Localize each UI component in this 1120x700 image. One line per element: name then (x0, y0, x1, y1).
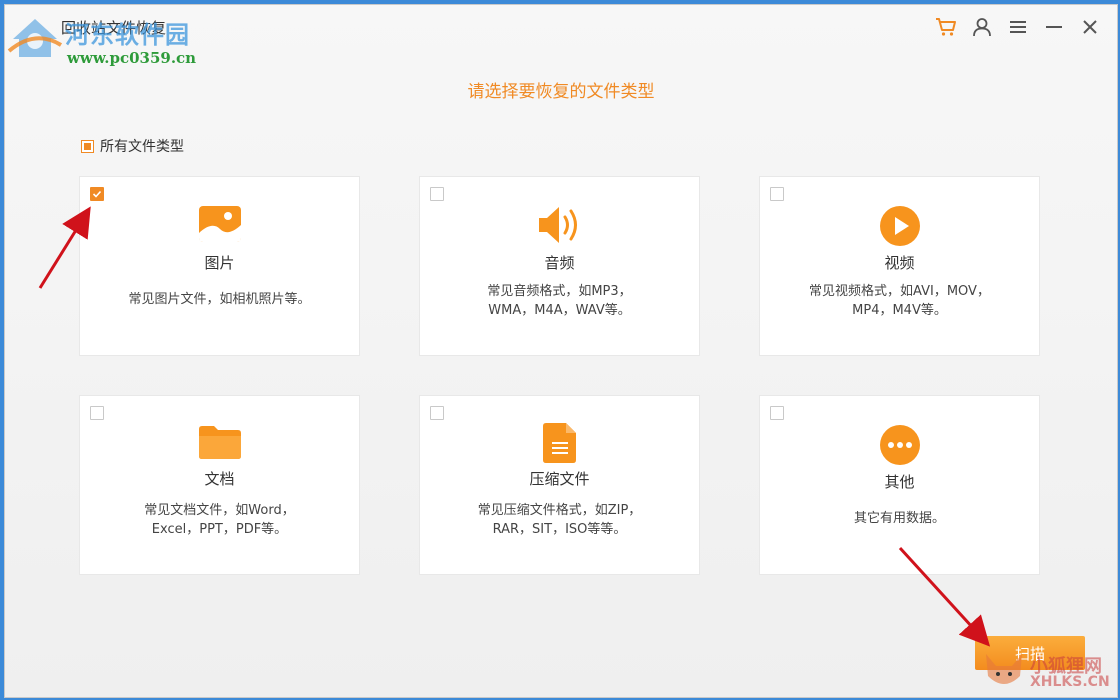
title-bar: 回收站文件恢复 河东软件园 www.pc0359.cn (5, 5, 1117, 67)
cart-button[interactable] (931, 13, 961, 41)
minimize-icon (1046, 26, 1062, 28)
others-checkbox[interactable] (770, 406, 784, 420)
account-button[interactable] (967, 13, 997, 41)
more-icon-wrap (760, 424, 1039, 466)
app-window: 回收站文件恢复 河东软件园 www.pc0359.cn 请选择要恢复的文件类型 … (4, 4, 1118, 698)
audio-desc-line1: 常见音频格式，如MP3， (487, 284, 632, 299)
close-icon (1083, 20, 1097, 34)
others-desc: 其它有用数据。 (853, 511, 945, 526)
folder-icon-wrap (80, 424, 359, 460)
watermark-url: www.pc0359.cn (67, 49, 197, 67)
speaker-icon-wrap (420, 205, 699, 245)
documents-desc-line2: Excel，PPT，PDF等。 (151, 522, 288, 537)
partial-check-icon (81, 139, 94, 153)
menu-icon (1010, 21, 1026, 33)
speaker-icon (538, 207, 577, 243)
archive-icon-wrap (420, 422, 699, 464)
images-checkbox[interactable] (90, 187, 104, 201)
archive-icon (542, 423, 576, 463)
play-icon-wrap (760, 205, 1039, 247)
video-title: 视频 (884, 254, 915, 272)
documents-checkbox[interactable] (90, 406, 104, 420)
fox-logo-icon (986, 654, 1022, 684)
minimize-button[interactable] (1039, 13, 1069, 41)
image-icon (198, 206, 241, 242)
watermark-logo-icon (7, 19, 63, 57)
images-title: 图片 (204, 254, 235, 272)
documents-desc-line1: 常见文档文件，如Word， (144, 503, 295, 518)
archives-desc-line2: RAR，SIT，ISO等等。 (492, 522, 627, 537)
cart-icon (936, 18, 956, 36)
video-desc-line1: 常见视频格式，如AVI，MOV， (809, 284, 990, 299)
audio-title: 音频 (544, 254, 575, 272)
watermark-site: 河东软件园 (65, 20, 190, 49)
folder-icon (198, 426, 241, 459)
more-icon (879, 425, 920, 465)
images-desc: 常见图片文件，如相机照片等。 (128, 292, 311, 307)
play-icon (879, 206, 920, 246)
card-documents[interactable]: 文档 常见文档文件，如Word， Excel，PPT，PDF等。 (79, 395, 360, 575)
all-file-types-label: 所有文件类型 (100, 139, 184, 155)
audio-checkbox[interactable] (430, 187, 444, 201)
menu-button[interactable] (1003, 13, 1033, 41)
others-title: 其他 (884, 473, 915, 491)
archives-desc-line1: 常见压缩文件格式，如ZIP， (477, 503, 642, 518)
documents-title: 文档 (204, 470, 235, 488)
card-images[interactable]: 图片 常见图片文件，如相机照片等。 (79, 176, 360, 356)
corner-watermark: 小狐狸网 XHLKS.CN (978, 644, 1118, 698)
video-desc-line2: MP4，M4V等。 (852, 303, 947, 318)
archives-title: 压缩文件 (529, 470, 590, 488)
card-archives[interactable]: 压缩文件 常见压缩文件格式，如ZIP， RAR，SIT，ISO等等。 (419, 395, 700, 575)
video-checkbox[interactable] (770, 187, 784, 201)
card-others[interactable]: 其他 其它有用数据。 (759, 395, 1040, 575)
card-audio[interactable]: 音频 常见音频格式，如MP3， WMA，M4A，WAV等。 (419, 176, 700, 356)
checkmark-icon (92, 190, 102, 198)
archives-checkbox[interactable] (430, 406, 444, 420)
image-icon-wrap (80, 205, 359, 243)
audio-desc-line2: WMA，M4A，WAV等。 (488, 303, 631, 318)
card-video[interactable]: 视频 常见视频格式，如AVI，MOV， MP4，M4V等。 (759, 176, 1040, 356)
title-actions (931, 13, 1105, 41)
page-heading: 请选择要恢复的文件类型 (467, 82, 655, 102)
close-button[interactable] (1075, 13, 1105, 41)
all-file-types-checkbox[interactable]: 所有文件类型 (81, 136, 184, 156)
user-icon (973, 18, 991, 37)
corner-watermark-line2: XHLKS.CN (1030, 674, 1110, 690)
